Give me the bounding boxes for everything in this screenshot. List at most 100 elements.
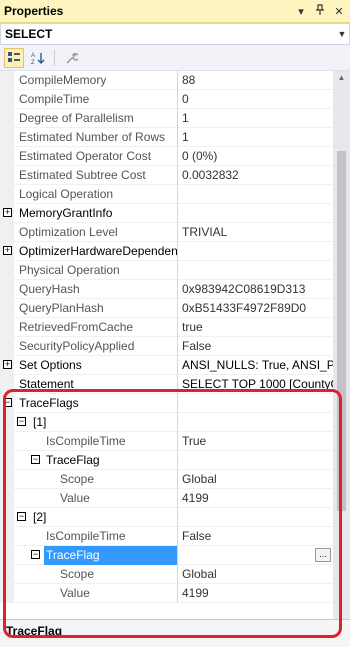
object-selector-value: SELECT [5, 27, 53, 41]
property-row[interactable]: Logical Operation [0, 184, 333, 204]
expand-icon[interactable]: + [3, 208, 12, 217]
property-name: Value [60, 586, 90, 600]
property-value[interactable]: Global [177, 470, 333, 489]
property-value[interactable]: 1 [177, 109, 333, 128]
description-pane: TraceFlag [0, 619, 350, 647]
property-row-statement[interactable]: Statement SELECT TOP 1000 [CountyC [0, 374, 333, 394]
property-row-traceflag[interactable]: − TraceFlag [0, 450, 333, 470]
property-row[interactable]: Estimated Number of Rows 1 [0, 127, 333, 147]
property-value[interactable]: 4199 [177, 584, 333, 603]
property-row[interactable]: QueryPlanHash 0xB51433F4972F89D0 [0, 298, 333, 318]
property-row[interactable]: Estimated Operator Cost 0 (0%) [0, 146, 333, 166]
property-row[interactable]: Degree of Parallelism 1 [0, 108, 333, 128]
chevron-down-icon[interactable]: ▼ [335, 29, 349, 39]
property-row-traceflags[interactable]: − TraceFlags [0, 393, 333, 413]
pin-icon[interactable] [312, 4, 328, 18]
dropdown-icon[interactable]: ▾ [293, 5, 309, 18]
row-gutter [0, 545, 14, 565]
row-gutter [0, 336, 14, 356]
property-value[interactable] [177, 242, 333, 261]
row-gutter [0, 507, 14, 527]
property-value[interactable]: 0 (0%) [177, 147, 333, 166]
property-name: Value [60, 491, 90, 505]
row-gutter [0, 298, 14, 318]
property-row-item-2[interactable]: − [2] [0, 507, 333, 527]
property-row[interactable]: QueryHash 0x983942C08619D313 [0, 279, 333, 299]
property-value[interactable]: 0.0032832 [177, 166, 333, 185]
alphabetical-button[interactable]: A Z [28, 48, 48, 68]
property-value[interactable]: 0xB51433F4972F89D0 [177, 299, 333, 318]
property-row[interactable]: Value 4199 [0, 488, 333, 508]
row-gutter [0, 260, 14, 280]
property-name: Set Options [19, 358, 82, 372]
property-value[interactable]: 0 [177, 90, 333, 109]
property-row[interactable]: Scope Global [0, 469, 333, 489]
property-row-optimizerhardwaredependent[interactable]: + OptimizerHardwareDependent [0, 241, 333, 261]
property-row-memorygrantinfo[interactable]: + MemoryGrantInfo [0, 203, 333, 223]
collapse-icon[interactable]: − [17, 512, 26, 521]
vertical-scrollbar[interactable]: ▲ [333, 71, 350, 619]
property-row[interactable]: SecurityPolicyApplied False [0, 336, 333, 356]
row-gutter [0, 222, 14, 242]
property-name: Estimated Subtree Cost [19, 168, 146, 182]
property-value[interactable]: SELECT TOP 1000 [CountyC [177, 375, 333, 394]
property-name: Optimization Level [19, 225, 118, 239]
property-row[interactable]: IsCompileTime False [0, 526, 333, 546]
property-row[interactable]: CompileMemory 88 [0, 71, 333, 90]
close-icon[interactable]: ✕ [331, 5, 347, 18]
property-row[interactable]: RetrievedFromCache true [0, 317, 333, 337]
property-value[interactable]: True [177, 432, 333, 451]
categorized-button[interactable] [4, 47, 24, 68]
property-name: Statement [19, 377, 74, 391]
property-pages-button[interactable] [61, 48, 81, 68]
property-value[interactable]: False [177, 337, 333, 356]
property-value[interactable] [177, 394, 333, 413]
collapse-icon[interactable]: − [31, 455, 40, 464]
expand-icon[interactable]: + [3, 246, 12, 255]
row-gutter [0, 488, 14, 508]
property-name: Scope [60, 567, 95, 581]
property-value[interactable] [177, 413, 333, 432]
expand-icon[interactable]: + [3, 360, 12, 369]
property-row[interactable]: Scope Global [0, 564, 333, 584]
collapse-icon[interactable]: − [3, 398, 12, 407]
property-value[interactable]: False [177, 527, 333, 546]
svg-text:Z: Z [31, 60, 35, 65]
property-value[interactable] [177, 451, 333, 470]
property-name: CompileMemory [19, 73, 107, 87]
property-value[interactable] [177, 204, 333, 223]
property-value[interactable]: true [177, 318, 333, 337]
property-name: Estimated Operator Cost [19, 149, 152, 163]
property-name: Logical Operation [19, 187, 114, 201]
property-row[interactable]: IsCompileTime True [0, 431, 333, 451]
property-row[interactable]: Value 4199 [0, 583, 333, 603]
property-value[interactable]: 1 [177, 128, 333, 147]
property-value[interactable] [177, 546, 333, 565]
property-value[interactable]: TRIVIAL [177, 223, 333, 242]
property-row[interactable]: CompileTime 0 [0, 89, 333, 109]
property-value[interactable]: ANSI_NULLS: True, ANSI_PA [177, 356, 333, 375]
collapse-icon[interactable]: − [17, 417, 26, 426]
row-gutter [0, 184, 14, 204]
property-row-item-1[interactable]: − [1] [0, 412, 333, 432]
property-name: OptimizerHardwareDependent [19, 244, 177, 258]
property-row-traceflag-selected[interactable]: − TraceFlag ... [0, 545, 333, 565]
property-value[interactable]: 0x983942C08619D313 [177, 280, 333, 299]
property-row-set-options[interactable]: + Set Options ANSI_NULLS: True, ANSI_PA [0, 355, 333, 375]
property-value[interactable]: 88 [177, 71, 333, 90]
scrollbar-thumb[interactable] [337, 151, 346, 511]
property-value[interactable] [177, 261, 333, 280]
collapse-icon[interactable]: − [31, 550, 40, 559]
object-selector[interactable]: SELECT ▼ [0, 23, 350, 45]
scroll-up-icon[interactable]: ▲ [333, 73, 350, 82]
ellipsis-button[interactable]: ... [315, 548, 331, 562]
property-value[interactable]: 4199 [177, 489, 333, 508]
property-value[interactable]: Global [177, 565, 333, 584]
property-name: TraceFlag [44, 546, 177, 565]
property-row[interactable]: Estimated Subtree Cost 0.0032832 [0, 165, 333, 185]
property-row[interactable]: Physical Operation [0, 260, 333, 280]
property-row[interactable]: Optimization Level TRIVIAL [0, 222, 333, 242]
property-value[interactable] [177, 185, 333, 204]
property-name: [2] [33, 510, 47, 524]
property-value[interactable] [177, 508, 333, 527]
